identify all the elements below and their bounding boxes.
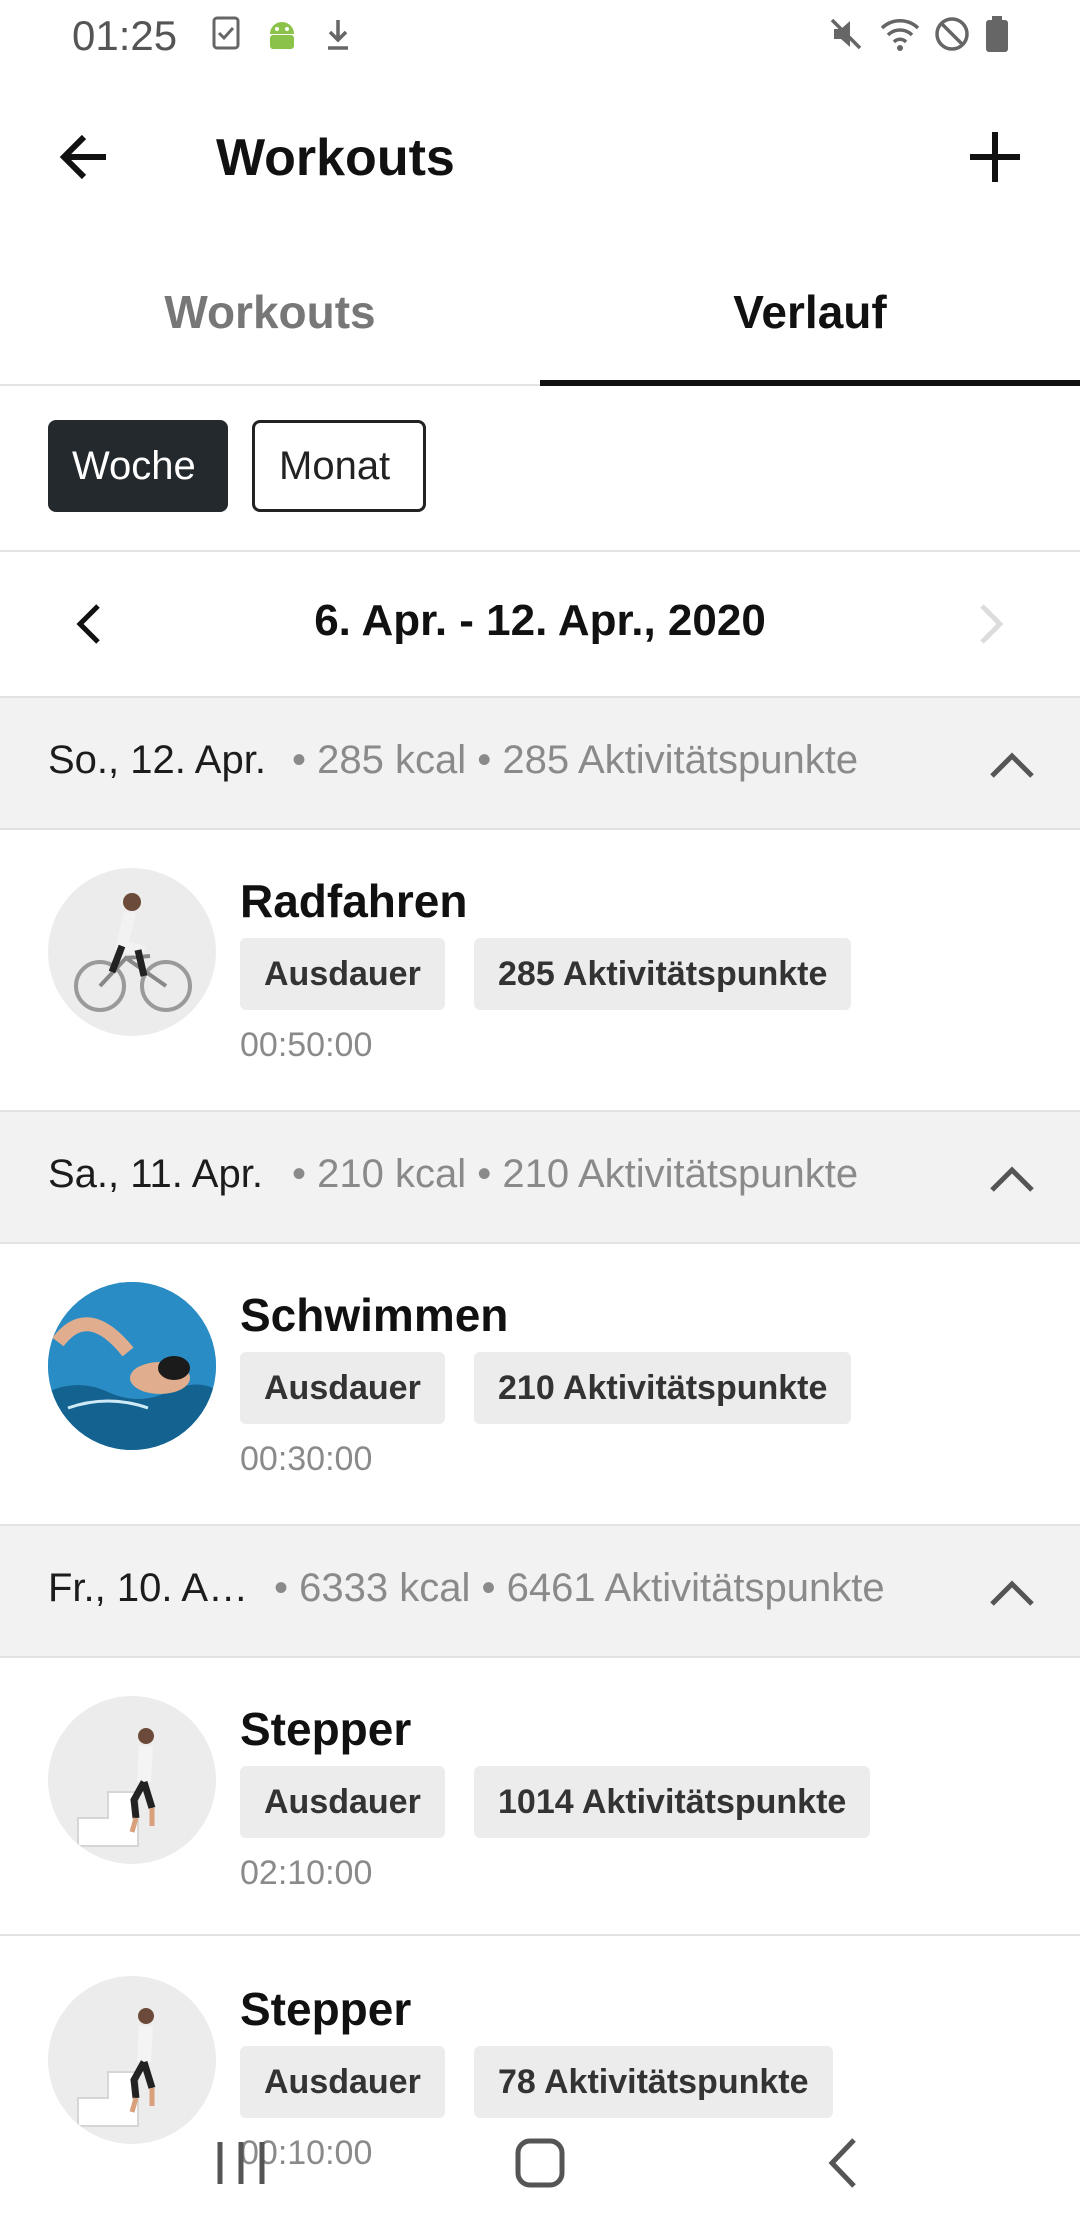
tab-workouts[interactable]: Workouts bbox=[0, 250, 540, 384]
date-range-selector: 6. Apr. - 12. Apr., 2020 bbox=[0, 552, 1080, 698]
do-not-disturb-icon bbox=[932, 14, 972, 54]
chip-month[interactable]: Monat bbox=[252, 420, 426, 512]
page-title: Workouts bbox=[216, 129, 455, 187]
workout-name: Stepper bbox=[240, 1703, 412, 1755]
day-date: Fr., 10. A… bbox=[48, 1566, 249, 1610]
workout-name: Radfahren bbox=[240, 875, 468, 927]
chip-week[interactable]: Woche bbox=[48, 420, 228, 512]
day-header[interactable]: Sa., 11. Apr. • 210 kcal • 210 Aktivität… bbox=[0, 1110, 1080, 1244]
next-week-button[interactable] bbox=[948, 584, 1028, 664]
chevron-up-icon[interactable] bbox=[974, 1556, 1050, 1632]
list-item[interactable]: Radfahren Ausdauer 285 Aktivitätspunkte … bbox=[0, 830, 1080, 1108]
tab-verlauf[interactable]: Verlauf bbox=[540, 250, 1080, 384]
swimming-icon bbox=[48, 1282, 216, 1450]
category-tag: Ausdauer bbox=[240, 1766, 445, 1838]
app-bar: Workouts bbox=[0, 72, 1080, 244]
status-time: 01:25 bbox=[72, 12, 178, 59]
status-bar: 01:25 bbox=[0, 0, 1080, 72]
chevron-up-icon[interactable] bbox=[974, 1142, 1050, 1218]
day-date: Sa., 11. Apr. bbox=[48, 1152, 263, 1196]
list-item[interactable]: Stepper Ausdauer 1014 Aktivitätspunkte 0… bbox=[0, 1658, 1080, 1936]
workout-duration: 02:10:00 bbox=[240, 1854, 373, 1892]
system-nav-bar bbox=[0, 2100, 1080, 2220]
add-workout-button[interactable] bbox=[950, 112, 1040, 202]
list-item[interactable]: Schwimmen Ausdauer 210 Aktivitätspunkte … bbox=[0, 1244, 1080, 1522]
cycling-icon bbox=[48, 868, 216, 1036]
category-tag: Ausdauer bbox=[240, 1352, 445, 1424]
day-date: So., 12. Apr. bbox=[48, 738, 266, 782]
date-range-label: 6. Apr. - 12. Apr., 2020 bbox=[314, 596, 766, 645]
back-icon[interactable] bbox=[800, 2118, 890, 2208]
task-check-icon bbox=[208, 14, 248, 54]
period-filter: Woche Monat bbox=[0, 384, 1080, 552]
day-header[interactable]: So., 12. Apr. • 285 kcal • 285 Aktivität… bbox=[0, 696, 1080, 830]
chevron-up-icon[interactable] bbox=[974, 728, 1050, 804]
back-button[interactable] bbox=[40, 112, 130, 202]
mute-icon bbox=[826, 14, 866, 54]
points-tag: 285 Aktivitätspunkte bbox=[474, 938, 852, 1010]
wifi-icon bbox=[878, 14, 920, 54]
points-tag: 210 Aktivitätspunkte bbox=[474, 1352, 852, 1424]
workout-duration: 00:30:00 bbox=[240, 1440, 373, 1478]
stepper-icon bbox=[48, 1696, 216, 1864]
home-icon[interactable] bbox=[495, 2118, 585, 2208]
android-icon bbox=[262, 14, 302, 54]
day-stats: • 6333 kcal • 6461 Aktivitätspunkte bbox=[274, 1566, 885, 1610]
battery-icon bbox=[982, 14, 1022, 54]
tab-bar: Workouts Verlauf bbox=[0, 250, 1080, 386]
workout-name: Stepper bbox=[240, 1983, 412, 2035]
day-header[interactable]: Fr., 10. A… • 6333 kcal • 6461 Aktivität… bbox=[0, 1524, 1080, 1658]
recents-icon[interactable] bbox=[196, 2118, 286, 2208]
workout-name: Schwimmen bbox=[240, 1289, 509, 1341]
download-icon bbox=[318, 14, 358, 54]
workout-duration: 00:50:00 bbox=[240, 1026, 373, 1064]
category-tag: Ausdauer bbox=[240, 938, 445, 1010]
day-stats: • 285 kcal • 285 Aktivitätspunkte bbox=[292, 738, 859, 782]
day-stats: • 210 kcal • 210 Aktivitätspunkte bbox=[292, 1152, 859, 1196]
points-tag: 1014 Aktivitätspunkte bbox=[474, 1766, 871, 1838]
